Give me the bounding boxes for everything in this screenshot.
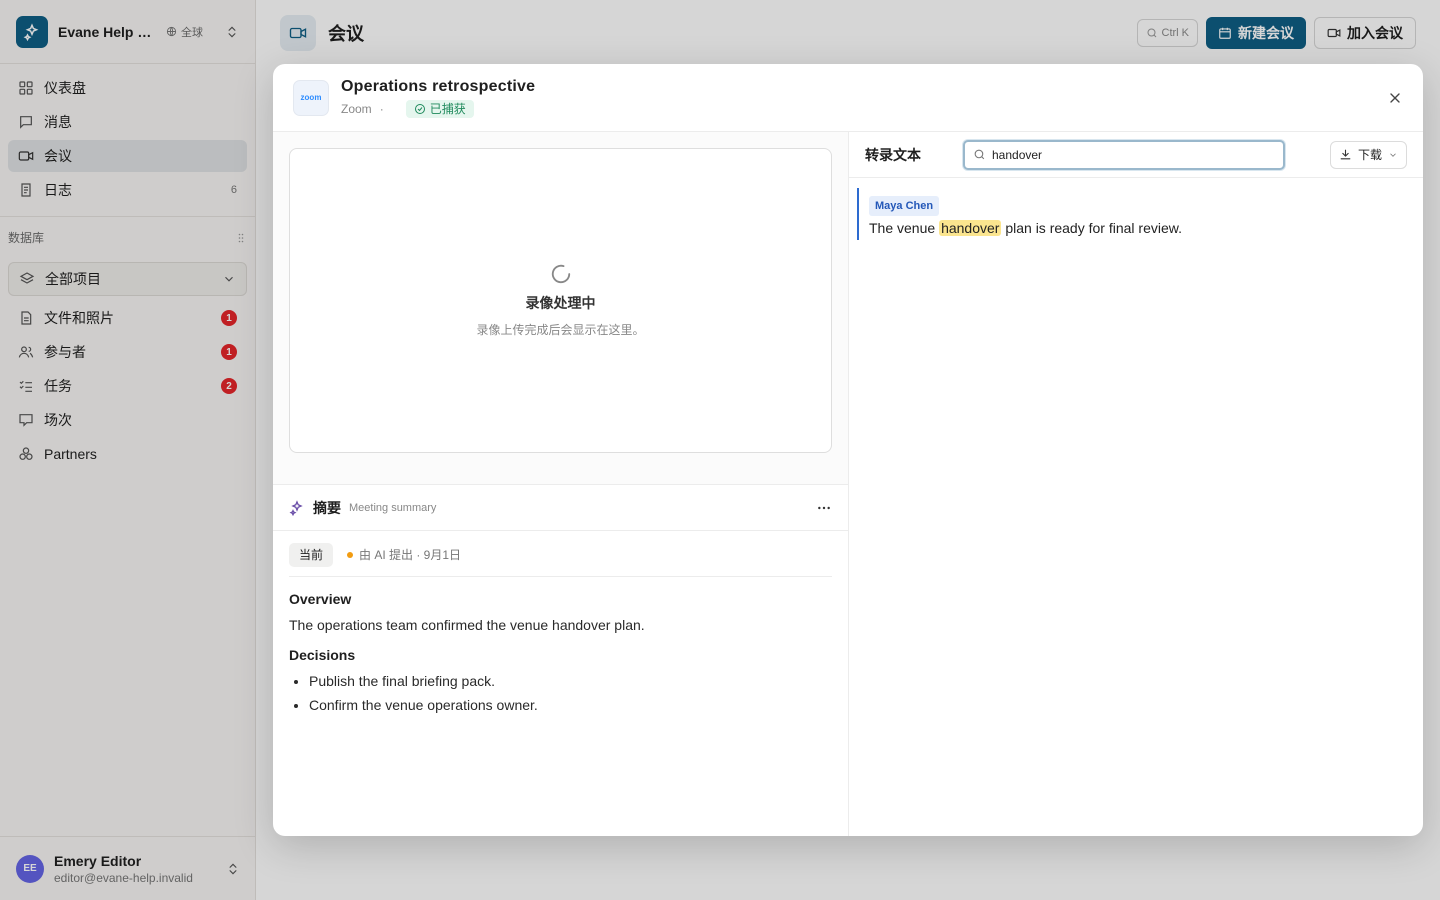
transcript-pane: 转录文本 下载 Maya Chen The venue handover pla… <box>849 132 1423 836</box>
left-pane: 录像处理中 录像上传完成后会显示在这里。 摘要 Meeting summary … <box>273 132 849 836</box>
speaker-tag[interactable]: Maya Chen <box>869 196 940 216</box>
more-options-icon[interactable] <box>816 500 832 516</box>
status-dot <box>347 551 354 558</box>
version-current-tab[interactable]: 当前 <box>289 542 334 567</box>
recording-status-subtitle: 录像上传完成后会显示在这里。 <box>476 323 645 337</box>
dialog-header: zoom Operations retrospective Zoom · 已捕获 <box>273 64 1423 132</box>
download-label: 下载 <box>1357 148 1382 162</box>
meeting-detail-dialog: zoom Operations retrospective Zoom · 已捕获… <box>273 64 1423 836</box>
loading-spinner-icon <box>551 264 570 284</box>
close-icon[interactable] <box>1387 90 1403 106</box>
summary-title: 摘要 <box>313 499 341 516</box>
summary-body: 当前 由 AI 提出 · 9月1日 Overview The operation… <box>273 531 848 733</box>
recording-placeholder: 录像处理中 录像上传完成后会显示在这里。 <box>289 148 832 453</box>
decisions-heading: Decisions <box>289 647 356 663</box>
summary-version-row: 当前 由 AI 提出 · 9月1日 <box>289 542 832 577</box>
overview-text: The operations team confirmed the venue … <box>289 617 645 633</box>
transcript-search[interactable] <box>963 139 1285 170</box>
search-icon <box>974 149 985 160</box>
transcript-header: 转录文本 下载 <box>849 132 1423 178</box>
segment-text-before: The venue <box>869 220 940 236</box>
overview-heading: Overview <box>289 591 352 607</box>
transcript-search-input[interactable] <box>992 147 1262 162</box>
check-circle-icon <box>414 103 425 114</box>
version-info: 由 AI 提出 · 9月1日 <box>347 546 461 563</box>
transcript-title: 转录文本 <box>865 146 921 163</box>
meeting-title: Operations retrospective <box>341 77 536 95</box>
sparkles-icon <box>289 499 303 516</box>
recording-status-title: 录像处理中 <box>525 295 596 311</box>
status-label: 已捕获 <box>429 102 466 116</box>
list-item: Confirm the venue operations owner. <box>309 697 832 713</box>
decisions-list: Publish the final briefing pack. Confirm… <box>289 673 832 713</box>
download-button[interactable]: 下载 <box>1329 140 1407 169</box>
meeting-provider: Zoom <box>341 101 372 116</box>
status-badge: 已捕获 <box>405 99 474 118</box>
meta-separator: · <box>379 101 384 116</box>
list-item: Publish the final briefing pack. <box>309 673 832 689</box>
meeting-meta: Zoom · 已捕获 <box>341 99 535 118</box>
segment-text-after: plan is ready for final review. <box>1001 220 1182 236</box>
download-icon <box>1340 149 1351 160</box>
segment-text: The venue handover plan is ready for fin… <box>869 220 1405 236</box>
transcript-segment[interactable]: Maya Chen The venue handover plan is rea… <box>857 188 1415 240</box>
zoom-logo: zoom <box>293 79 329 116</box>
summary-subtitle: Meeting summary <box>349 501 437 514</box>
recording-area: 录像处理中 录像上传完成后会显示在这里。 <box>273 132 848 485</box>
dialog-body: 录像处理中 录像上传完成后会显示在这里。 摘要 Meeting summary … <box>273 132 1423 836</box>
version-info-text: 由 AI 提出 · 9月1日 <box>359 548 462 562</box>
search-highlight: handover <box>939 220 1002 236</box>
chevron-down-icon <box>1390 152 1396 157</box>
summary-header: 摘要 Meeting summary <box>273 485 848 531</box>
dialog-titles: Operations retrospective Zoom · 已捕获 <box>341 78 535 118</box>
